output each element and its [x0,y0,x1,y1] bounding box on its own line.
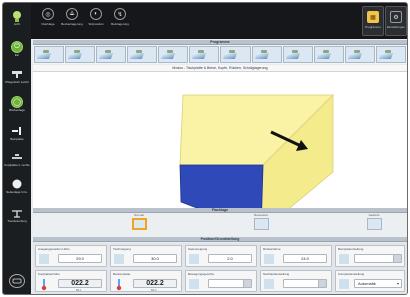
table-3d-model [179,94,334,233]
setting-card-leg-plate: Beinplattenstellung [335,245,405,267]
power-ring-icon: ◯ [11,96,23,108]
toggle-knob [318,280,326,287]
flat-icon: ◎ [42,8,54,20]
complete-icon [339,279,349,289]
program-tile[interactable] [189,46,220,63]
power-icon: ⏻ [11,41,23,53]
setting-card-head-plate: Kopfplattenhöhe 022.2 BS-1 [35,270,107,292]
program-tile[interactable] [344,46,375,63]
sidebar: Licht ⏻ Ein Pflegetisch Leicht ◯ Rückenl… [3,3,31,294]
main-content: Programme Modus - Tischplatte & Beine, K… [33,40,407,294]
position-tile-rotated[interactable] [367,218,382,230]
program-tile[interactable] [34,46,65,63]
pelvis-icon: ⟁ [66,8,78,20]
top-toolbar: ◎ Flachlage ⟁ Beckenlagerung ◐ Sitzposit… [31,3,407,39]
tilt-value-field[interactable]: 30.0 [133,254,177,263]
follow-up-toggle[interactable] [283,279,327,288]
setting-card-height: Ausgangsposition Höhe 29.0 [35,245,107,267]
complete-mode-select[interactable]: Automatik ▾ [354,279,402,288]
backrest-value-field[interactable]: 24.0 [283,254,327,263]
tilt-icon [114,254,124,264]
chevron-down-icon: ▾ [396,281,399,286]
speed-icon [189,279,199,289]
app-window: Licht ⏻ Ein Pflegetisch Leicht ◯ Rückenl… [2,2,408,295]
sit-icon: ◐ [90,8,102,20]
position-tile-label: Reversiert [254,213,268,217]
side-tilt-icon [11,178,23,190]
toggle-knob [243,280,251,287]
pelvis-position-button[interactable]: ⟁ Beckenlagerung [61,8,83,36]
leg-plate-icon [11,125,23,137]
trendelenburg-icon [11,207,23,219]
follow-up-icon [264,279,274,289]
program-strip [33,45,407,64]
sidebar-item-light[interactable]: Licht [5,9,29,35]
leg-position-button[interactable]: ↯ Beinlagerung [109,8,131,36]
box-side-face [179,164,264,233]
sidebar-item-side-tilt[interactable]: Seitenlage li./re. [5,177,29,203]
position-tile-normal[interactable] [132,218,147,230]
sidebar-item-head-plate[interactable]: Kopfplatte li. rechts [4,150,30,176]
head-plate-icon [11,151,23,163]
position-tile-label: Gedreht [368,213,380,217]
sidebar-item-leg-plate[interactable]: Beinplatte [5,124,29,150]
settings-panel: Ausgangsposition Höhe 29.0 Tischneigung … [33,243,407,294]
program-tile[interactable] [375,46,406,63]
program-tile[interactable] [282,46,313,63]
leg-plate-icon [339,254,349,264]
program-tile[interactable] [251,46,282,63]
position-tile-label: Normal [134,213,144,217]
mode-title: Modus - Tischplatte & Beine, Kopfe, Rück… [33,65,407,72]
program-tile[interactable] [158,46,189,63]
setting-card-tilt: Tischneigung 30.0 [110,245,182,267]
setting-card-complete: Kompletteinstellung Automatik ▾ [335,270,405,292]
program-tile[interactable] [127,46,158,63]
position-strip-header: Flachlage [33,208,407,213]
height-icon [39,254,49,264]
setting-card-speed: Bewegungsgeschw. [185,270,257,292]
program-icon: ▦ [367,11,379,23]
settings-header: Position/Grundstellung [33,237,407,242]
height-value-field[interactable]: 29.0 [58,254,102,263]
settings-button[interactable]: ⚙ Einstellungen [385,6,407,36]
backrest-icon [264,254,274,264]
thermometer-icon [114,279,124,291]
sidebar-item-table[interactable]: Pflegetisch Leicht [5,67,29,93]
hand-control-icon [9,274,25,288]
sit-position-button[interactable]: ◐ Sitzposition [85,8,107,36]
leg-plate-toggle[interactable] [354,254,402,263]
setting-card-pelvis-plate: Beckenplatte 022.2 BS-2 [110,270,182,292]
table-icon [11,68,23,80]
sidebar-item-supine[interactable]: ◯ Rückenlage [5,95,29,121]
speed-toggle[interactable] [208,279,252,288]
head-plate-readout: 022.2 [58,279,102,288]
settings-icon: ⚙ [390,11,402,23]
program-tile[interactable] [65,46,96,63]
program-tile[interactable] [313,46,344,63]
toggle-knob [393,255,401,262]
pelvis-plate-readout: 022.2 [133,279,177,288]
position-strip: Flachlage Normal Reversiert Gedreht [33,208,407,237]
programs-button[interactable]: ▦ Programme [362,6,384,36]
sidebar-item-hand-control[interactable] [5,273,29,293]
setting-card-backrest: Rückenlehne 24.0 [260,245,332,267]
leg-icon: ↯ [114,8,126,20]
side-tilt-value-field[interactable]: 2.0 [208,254,252,263]
light-bulb-icon [11,10,23,22]
flat-position-button[interactable]: ◎ Flachlage [37,8,59,36]
thermometer-icon [39,279,49,291]
setting-card-side-tilt: Seitenneigung 2.0 [185,245,257,267]
setting-card-follow-up: Nachlaufeinstellung [260,270,332,292]
sidebar-item-power[interactable]: ⏻ Ein [5,40,29,66]
program-tile[interactable] [96,46,127,63]
sidebar-item-trendelenburg[interactable]: Trendelenburg [5,206,29,232]
table-3d-view [33,72,407,233]
program-tile[interactable] [220,46,251,63]
side-tilt-icon [189,254,199,264]
position-tile-reversed[interactable] [254,218,269,230]
